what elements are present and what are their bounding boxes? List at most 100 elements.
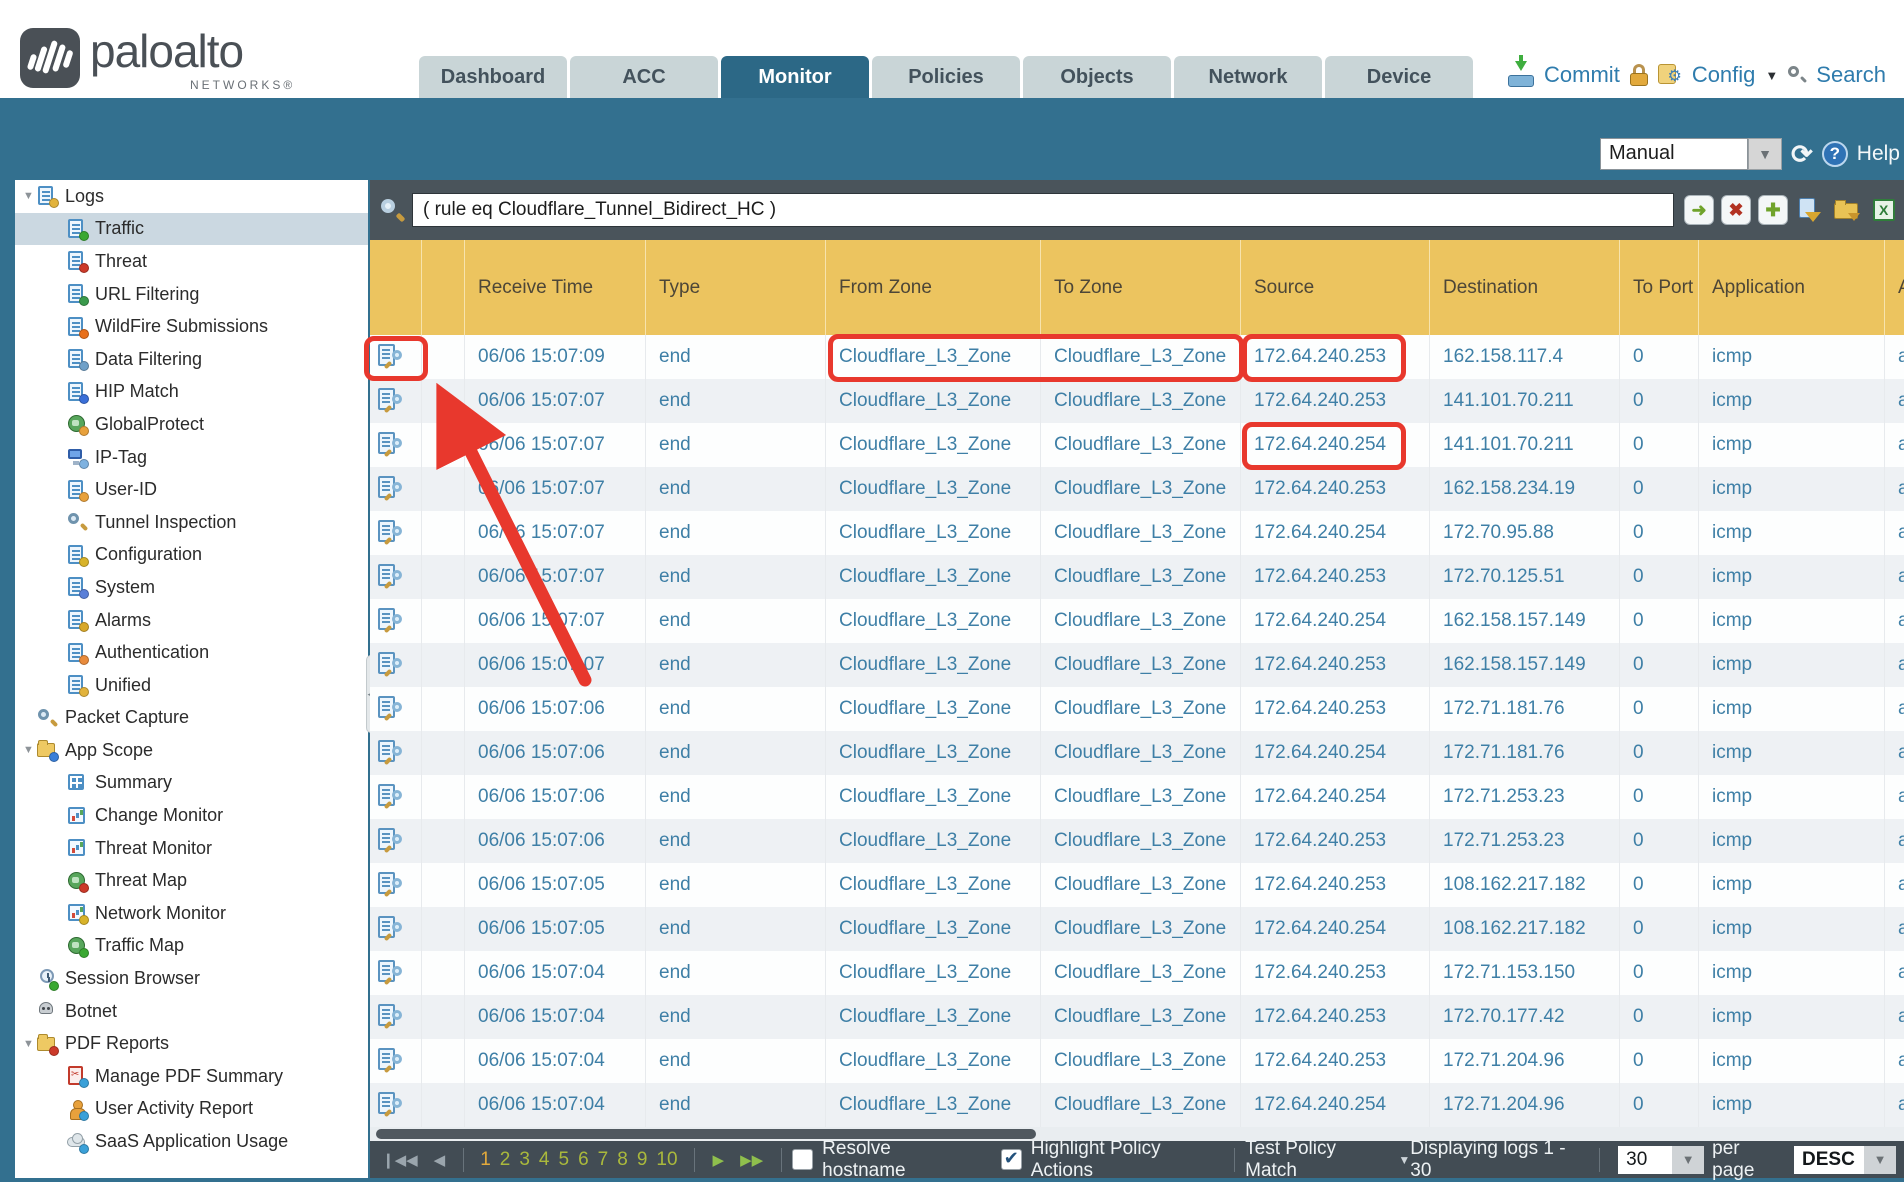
refresh-mode-value[interactable]: Manual: [1600, 138, 1748, 170]
cell-to-zone[interactable]: Cloudflare_L3_Zone: [1040, 599, 1240, 643]
highlight-policy-actions-checkbox[interactable]: [1001, 1149, 1022, 1170]
cell-to-zone[interactable]: Cloudflare_L3_Zone: [1040, 511, 1240, 555]
sidebar-item-manage-pdf-summary[interactable]: Manage PDF Summary: [15, 1060, 368, 1093]
cell-source[interactable]: 172.64.240.253: [1240, 379, 1429, 423]
page-number-7[interactable]: 7: [598, 1149, 609, 1171]
tab-objects[interactable]: Objects: [1023, 56, 1171, 98]
tab-dashboard[interactable]: Dashboard: [419, 56, 567, 98]
page-number-4[interactable]: 4: [539, 1149, 550, 1171]
refresh-icon[interactable]: ⟳: [1791, 139, 1813, 170]
cell-source[interactable]: 172.64.240.253: [1240, 1039, 1429, 1083]
table-row[interactable]: 06/06 15:07:04endCloudflare_L3_ZoneCloud…: [370, 995, 1904, 1039]
lock-icon[interactable]: [1630, 64, 1648, 86]
sidebar-item-summary[interactable]: Summary: [15, 767, 368, 800]
cell-from-zone[interactable]: Cloudflare_L3_Zone: [825, 643, 1040, 687]
sidebar-item-packet-capture[interactable]: Packet Capture: [15, 702, 368, 735]
sidebar-item-threat-map[interactable]: Threat Map: [15, 864, 368, 897]
cell-source[interactable]: 172.64.240.253: [1240, 467, 1429, 511]
table-row[interactable]: 06/06 15:07:06endCloudflare_L3_ZoneCloud…: [370, 687, 1904, 731]
last-page-button[interactable]: ▶▶: [740, 1151, 763, 1169]
cell-destination[interactable]: 172.70.177.42: [1429, 995, 1619, 1039]
cell-application[interactable]: icmp: [1698, 467, 1884, 511]
log-detail-icon[interactable]: [378, 740, 402, 766]
config-caret-icon[interactable]: ▼: [1765, 68, 1778, 83]
table-row[interactable]: 06/06 15:07:04endCloudflare_L3_ZoneCloud…: [370, 951, 1904, 995]
cell-source[interactable]: 172.64.240.253: [1240, 951, 1429, 995]
resolve-hostname-checkbox[interactable]: [792, 1149, 813, 1170]
sidebar-item-user-activity-report[interactable]: User Activity Report: [15, 1093, 368, 1126]
cell-destination[interactable]: 141.101.70.211: [1429, 379, 1619, 423]
test-policy-match-dropdown[interactable]: Test Policy Match▼: [1245, 1138, 1410, 1182]
apply-filter-button[interactable]: ➜: [1684, 195, 1714, 225]
table-row[interactable]: 06/06 15:07:07endCloudflare_L3_ZoneCloud…: [370, 643, 1904, 687]
sidebar-item-wildfire-submissions[interactable]: WildFire Submissions: [15, 310, 368, 343]
cell-application[interactable]: icmp: [1698, 731, 1884, 775]
prev-page-button[interactable]: ◀: [434, 1151, 446, 1169]
cell-application[interactable]: icmp: [1698, 423, 1884, 467]
export-logs-button[interactable]: [1869, 195, 1899, 225]
cell-application[interactable]: icmp: [1698, 555, 1884, 599]
sidebar-item-session-browser[interactable]: Session Browser: [15, 962, 368, 995]
cell-application[interactable]: icmp: [1698, 907, 1884, 951]
sidebar-item-logs[interactable]: ▼Logs: [15, 180, 368, 213]
cell-to-zone[interactable]: Cloudflare_L3_Zone: [1040, 555, 1240, 599]
cell-to-zone[interactable]: Cloudflare_L3_Zone: [1040, 907, 1240, 951]
cell-source[interactable]: 172.64.240.253: [1240, 555, 1429, 599]
log-detail-icon[interactable]: [378, 388, 402, 414]
cell-source[interactable]: 172.64.240.254: [1240, 1083, 1429, 1127]
log-detail-icon[interactable]: [378, 784, 402, 810]
cell-destination[interactable]: 172.71.181.76: [1429, 687, 1619, 731]
table-row[interactable]: 06/06 15:07:05endCloudflare_L3_ZoneCloud…: [370, 863, 1904, 907]
cell-to-zone[interactable]: Cloudflare_L3_Zone: [1040, 863, 1240, 907]
cell-from-zone[interactable]: Cloudflare_L3_Zone: [825, 335, 1040, 379]
table-row[interactable]: 06/06 15:07:07endCloudflare_L3_ZoneCloud…: [370, 423, 1904, 467]
cell-from-zone[interactable]: Cloudflare_L3_Zone: [825, 995, 1040, 1039]
cell-destination[interactable]: 162.158.234.19: [1429, 467, 1619, 511]
sidebar-item-threat[interactable]: Threat: [15, 245, 368, 278]
cell-source[interactable]: 172.64.240.254: [1240, 775, 1429, 819]
log-detail-icon[interactable]: [378, 652, 402, 678]
cell-source[interactable]: 172.64.240.253: [1240, 995, 1429, 1039]
page-number-2[interactable]: 2: [500, 1149, 511, 1171]
config-button[interactable]: Config: [1692, 62, 1756, 88]
table-row[interactable]: 06/06 15:07:07endCloudflare_L3_ZoneCloud…: [370, 467, 1904, 511]
log-detail-icon[interactable]: [378, 916, 402, 942]
cell-to-zone[interactable]: Cloudflare_L3_Zone: [1040, 731, 1240, 775]
cell-to-zone[interactable]: Cloudflare_L3_Zone: [1040, 335, 1240, 379]
table-row[interactable]: 06/06 15:07:06endCloudflare_L3_ZoneCloud…: [370, 775, 1904, 819]
log-detail-icon[interactable]: [378, 696, 402, 722]
log-detail-icon[interactable]: [378, 1048, 402, 1074]
cell-source[interactable]: 172.64.240.253: [1240, 687, 1429, 731]
cell-from-zone[interactable]: Cloudflare_L3_Zone: [825, 467, 1040, 511]
sidebar-item-user-id[interactable]: User-ID: [15, 473, 368, 506]
cell-to-zone[interactable]: Cloudflare_L3_Zone: [1040, 1083, 1240, 1127]
cell-application[interactable]: icmp: [1698, 599, 1884, 643]
save-filter-button[interactable]: [1795, 195, 1825, 225]
cell-application[interactable]: icmp: [1698, 995, 1884, 1039]
sidebar-item-traffic[interactable]: Traffic: [15, 213, 368, 246]
log-detail-icon[interactable]: [378, 608, 402, 634]
cell-from-zone[interactable]: Cloudflare_L3_Zone: [825, 863, 1040, 907]
tab-device[interactable]: Device: [1325, 56, 1473, 98]
cell-application[interactable]: icmp: [1698, 379, 1884, 423]
cell-destination[interactable]: 172.70.95.88: [1429, 511, 1619, 555]
cell-destination[interactable]: 108.162.217.182: [1429, 907, 1619, 951]
cell-from-zone[interactable]: Cloudflare_L3_Zone: [825, 555, 1040, 599]
sidebar-item-botnet[interactable]: Botnet: [15, 995, 368, 1028]
cell-source[interactable]: 172.64.240.254: [1240, 907, 1429, 951]
table-row[interactable]: 06/06 15:07:04endCloudflare_L3_ZoneCloud…: [370, 1039, 1904, 1083]
cell-to-zone[interactable]: Cloudflare_L3_Zone: [1040, 687, 1240, 731]
refresh-mode-dropdown-button[interactable]: ▼: [1748, 138, 1782, 170]
commit-button[interactable]: Commit: [1544, 62, 1620, 88]
sidebar-item-data-filtering[interactable]: Data Filtering: [15, 343, 368, 376]
table-row[interactable]: 06/06 15:07:06endCloudflare_L3_ZoneCloud…: [370, 819, 1904, 863]
table-row[interactable]: 06/06 15:07:07endCloudflare_L3_ZoneCloud…: [370, 379, 1904, 423]
cell-destination[interactable]: 172.71.153.150: [1429, 951, 1619, 995]
cell-from-zone[interactable]: Cloudflare_L3_Zone: [825, 511, 1040, 555]
cell-to-zone[interactable]: Cloudflare_L3_Zone: [1040, 379, 1240, 423]
cell-from-zone[interactable]: Cloudflare_L3_Zone: [825, 423, 1040, 467]
sort-order-value[interactable]: DESC: [1794, 1146, 1864, 1174]
first-page-button[interactable]: ❙◀◀: [382, 1151, 418, 1169]
column-header-a[interactable]: A: [1884, 240, 1904, 335]
page-number-5[interactable]: 5: [559, 1149, 570, 1171]
